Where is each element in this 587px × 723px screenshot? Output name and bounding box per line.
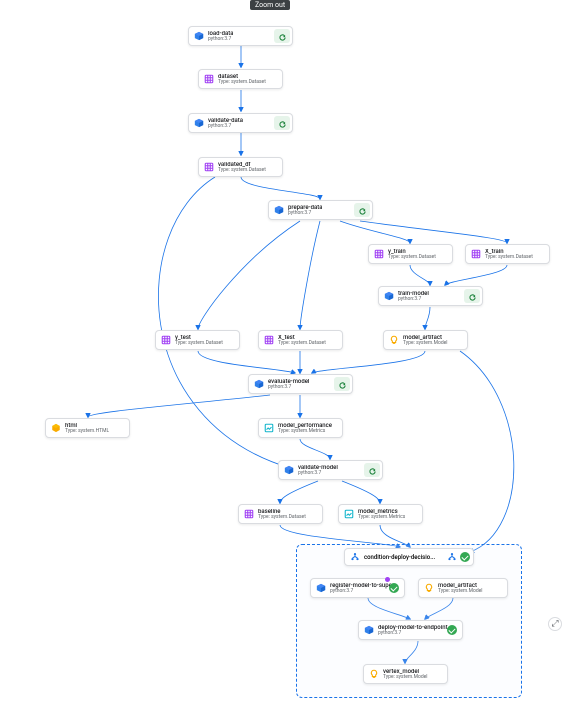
task-validate-data[interactable]: validate-datapython:3.7 [188, 113, 293, 133]
artifact-y-test[interactable]: y_testType: system.Dataset [155, 330, 240, 350]
cube-icon [254, 379, 264, 389]
node-subtitle: Type: system.Model [438, 589, 483, 594]
pipeline-canvas[interactable]: load-datapython:3.7 datasetType: system.… [0, 0, 587, 723]
node-subtitle: python:3.7 [208, 37, 233, 42]
branch-icon [350, 552, 360, 562]
artifact-x-train[interactable]: X_trainType: system.Dataset [465, 244, 550, 264]
artifact-html[interactable]: htmlType: system.HTML [45, 418, 130, 438]
node-subtitle: Type: system.HTML [65, 429, 109, 434]
node-subtitle: python:3.7 [378, 631, 448, 636]
cube-icon [316, 583, 326, 593]
grid-icon [204, 162, 214, 172]
cube-icon [284, 465, 294, 475]
node-subtitle: Type: system.Model [403, 341, 448, 346]
condition-title: condition-deploy-decisio... [364, 554, 435, 561]
node-subtitle: python:3.7 [288, 211, 322, 216]
cube-icon [194, 31, 204, 41]
task-load-data[interactable]: load-datapython:3.7 [188, 26, 293, 46]
zoom-out-button[interactable]: Zoom out [250, 0, 290, 10]
task-validate-model[interactable]: validate-modelpython:3.7 [278, 460, 383, 480]
node-subtitle: Type: system.Dataset [278, 341, 326, 346]
node-subtitle: Type: system.Dataset [388, 255, 436, 260]
cube-icon [274, 205, 284, 215]
bulb-icon [389, 335, 399, 345]
node-subtitle: Type: system.Dataset [175, 341, 223, 346]
node-subtitle: python:3.7 [298, 471, 338, 476]
node-subtitle: python:3.7 [208, 124, 243, 129]
expand-group-button[interactable]: ⤢ [548, 617, 562, 631]
node-subtitle: Type: system.Model [383, 675, 428, 680]
task-train-model[interactable]: train-modelpython:3.7 [378, 286, 483, 306]
status-retry [364, 463, 380, 477]
metrics-icon [344, 509, 354, 519]
artifact-baseline[interactable]: baselineType: system.Dataset [238, 504, 323, 524]
task-deploy-model[interactable]: deploy-model-to-endpointpython:3.7 [358, 620, 463, 640]
bulb-icon [369, 669, 379, 679]
status-retry [334, 377, 350, 391]
artifact-x-test[interactable]: X_testType: system.Dataset [258, 330, 343, 350]
check-icon [447, 625, 457, 635]
cube-icon [194, 118, 204, 128]
check-icon [460, 552, 470, 562]
grid-icon [374, 249, 384, 259]
node-subtitle: Type: system.Metrics [358, 515, 405, 520]
artifact-vertex-model[interactable]: vertex_modelType: system.Model [363, 664, 448, 684]
task-register-model[interactable]: register-model-to-super...python:3.7 [310, 578, 405, 598]
node-subtitle: python:3.7 [268, 385, 309, 390]
status-retry [274, 116, 290, 130]
status-success [444, 623, 460, 637]
artifact-model-metrics[interactable]: model_metricsType: system.Metrics [338, 504, 423, 524]
grid-icon [161, 335, 171, 345]
condition-header[interactable]: condition-deploy-decisio... [344, 548, 474, 566]
status-success [386, 581, 402, 595]
node-subtitle: Type: system.Dataset [258, 515, 306, 520]
grid-icon [204, 74, 214, 84]
bulb-icon [424, 583, 434, 593]
grid-icon [244, 509, 254, 519]
metrics-icon [264, 423, 274, 433]
artifact-model-artifact[interactable]: model_artifactType: system.Model [383, 330, 468, 350]
node-subtitle: Type: system.Dataset [485, 255, 533, 260]
artifact-model-performance[interactable]: model_performanceType: system.Metrics [258, 418, 343, 438]
node-subtitle: Type: system.Dataset [218, 168, 266, 173]
task-prepare-data[interactable]: prepare-datapython:3.7 [268, 200, 373, 220]
html-icon [51, 423, 61, 433]
artifact-y-train[interactable]: y_trainType: system.Dataset [368, 244, 453, 264]
task-evaluate-model[interactable]: evaluate-modelpython:3.7 [248, 374, 353, 394]
artifact-model-artifact-2[interactable]: model_artifactType: system.Model [418, 578, 508, 598]
node-subtitle: Type: system.Dataset [218, 80, 266, 85]
status-retry [274, 29, 290, 43]
check-icon [389, 583, 399, 593]
cube-icon [384, 291, 394, 301]
artifact-dataset[interactable]: datasetType: system.Dataset [198, 69, 283, 89]
node-subtitle: Type: system.Metrics [278, 429, 332, 434]
grid-icon [471, 249, 481, 259]
cube-icon [364, 625, 374, 635]
artifact-validated-df[interactable]: validated_dfType: system.Dataset [198, 157, 283, 177]
grid-icon [264, 335, 274, 345]
node-subtitle: python:3.7 [398, 297, 429, 302]
status-retry [354, 203, 370, 217]
status-retry [464, 289, 480, 303]
branch-icon [447, 552, 457, 562]
